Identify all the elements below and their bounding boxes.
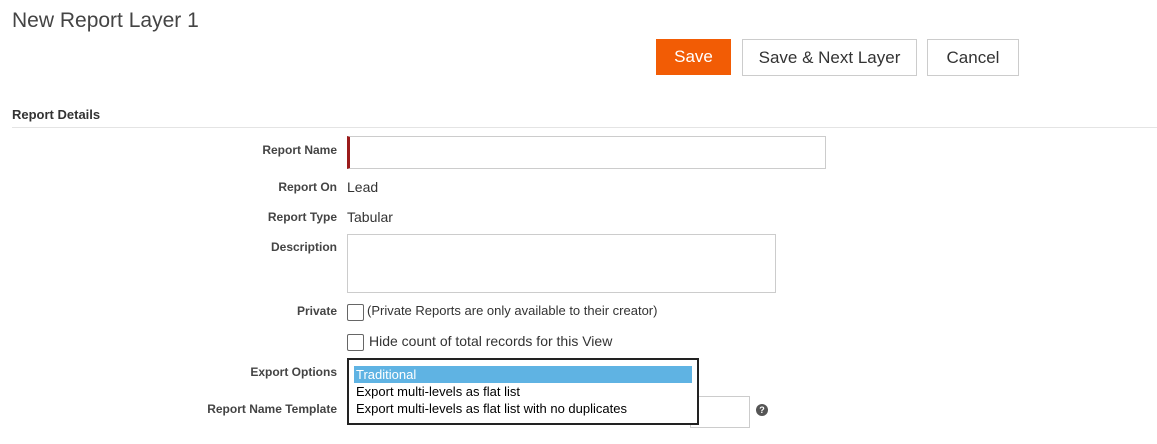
description-textarea[interactable]	[347, 234, 776, 293]
section-title: Report Details	[12, 107, 101, 122]
hide-count-checkbox[interactable]	[347, 334, 364, 351]
report-on-value: Lead	[347, 179, 379, 195]
export-option-flat-list[interactable]: Export multi-levels as flat list	[354, 383, 692, 400]
report-name-label: Report Name	[262, 143, 337, 157]
page-title: New Report Layer 1	[12, 9, 199, 32]
section-divider	[12, 127, 1157, 128]
export-option-flat-list-no-duplicates[interactable]: Export multi-levels as flat list with no…	[354, 400, 692, 417]
export-option-traditional[interactable]: Traditional	[354, 366, 692, 383]
cancel-button[interactable]: Cancel	[927, 39, 1019, 76]
private-hint: (Private Reports are only available to t…	[367, 303, 658, 318]
export-options-label: Export Options	[250, 365, 337, 379]
save-next-layer-button[interactable]: Save & Next Layer	[742, 39, 917, 76]
export-options-listbox[interactable]: Traditional Export multi-levels as flat …	[347, 358, 699, 425]
private-label: Private	[296, 304, 337, 318]
report-name-template-input[interactable]	[690, 396, 750, 428]
report-on-label: Report On	[278, 180, 337, 194]
report-type-value: Tabular	[347, 209, 393, 225]
description-label: Description	[270, 240, 337, 254]
report-type-label: Report Type	[267, 210, 337, 224]
question-circle-icon[interactable]: ?	[756, 404, 768, 416]
hide-count-label: Hide count of total records for this Vie…	[369, 333, 613, 349]
private-checkbox[interactable]	[347, 304, 364, 321]
save-button[interactable]: Save	[656, 39, 731, 75]
report-name-input[interactable]	[347, 136, 826, 169]
report-name-template-label: Report Name Template	[207, 402, 337, 416]
